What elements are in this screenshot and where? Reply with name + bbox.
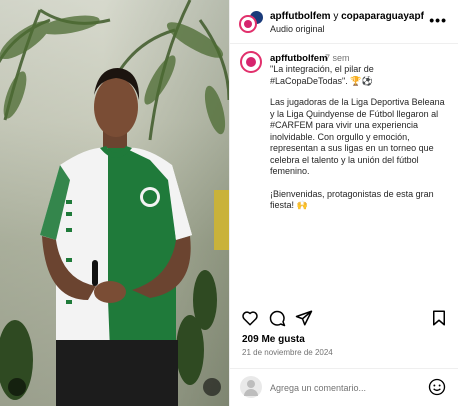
collab-avatars[interactable] [239,9,265,35]
likes-count[interactable]: 209 Me gusta [242,334,305,345]
comment-icon[interactable] [268,309,286,327]
player-photo [0,0,229,406]
audio-label[interactable]: Audio original [270,24,325,34]
heart-icon[interactable] [241,309,259,327]
caption-avatar[interactable] [240,51,262,73]
caption-time: 7 sem [325,53,350,63]
post-info-panel: apffutbolfem y copaparaguayapf Audio ori… [229,0,458,406]
action-bar [230,306,458,334]
header-user2-link[interactable]: copaparaguayapf [341,11,424,22]
caption-paragraph-3: ¡Bienvenidas, protagonistas de esta gran… [270,188,434,211]
comment-input[interactable] [270,381,420,395]
caption-paragraph-2: Las jugadoras de la Liga Deportiva Belea… [270,97,445,176]
viewer-avatar [240,376,262,398]
more-dots-icon[interactable]: ••• [429,12,447,28]
audio-toggle-icon[interactable] [203,378,221,396]
caption-username[interactable]: apffutbolfem [270,53,328,64]
avatar-apffutbolfem[interactable] [239,15,257,33]
header-joiner: y [330,11,342,22]
post-header: apffutbolfem y copaparaguayapf Audio ori… [230,0,458,44]
caption-text: "La integración, el pilar de #LaCopaDeTo… [270,64,450,223]
emoji-icon[interactable] [428,378,446,396]
post-date: 21 de noviembre de 2024 [242,348,333,357]
header-user1-link[interactable]: apffutbolfem [270,11,331,22]
header-usernames: apffutbolfem y copaparaguayapf [270,11,424,22]
bookmark-icon[interactable] [430,309,448,327]
share-icon[interactable] [295,309,313,327]
tagged-users-icon[interactable] [8,378,26,396]
caption-paragraph-1: "La integración, el pilar de #LaCopaDeTo… [270,64,374,86]
divider [230,368,458,369]
post-media[interactable] [0,0,229,406]
